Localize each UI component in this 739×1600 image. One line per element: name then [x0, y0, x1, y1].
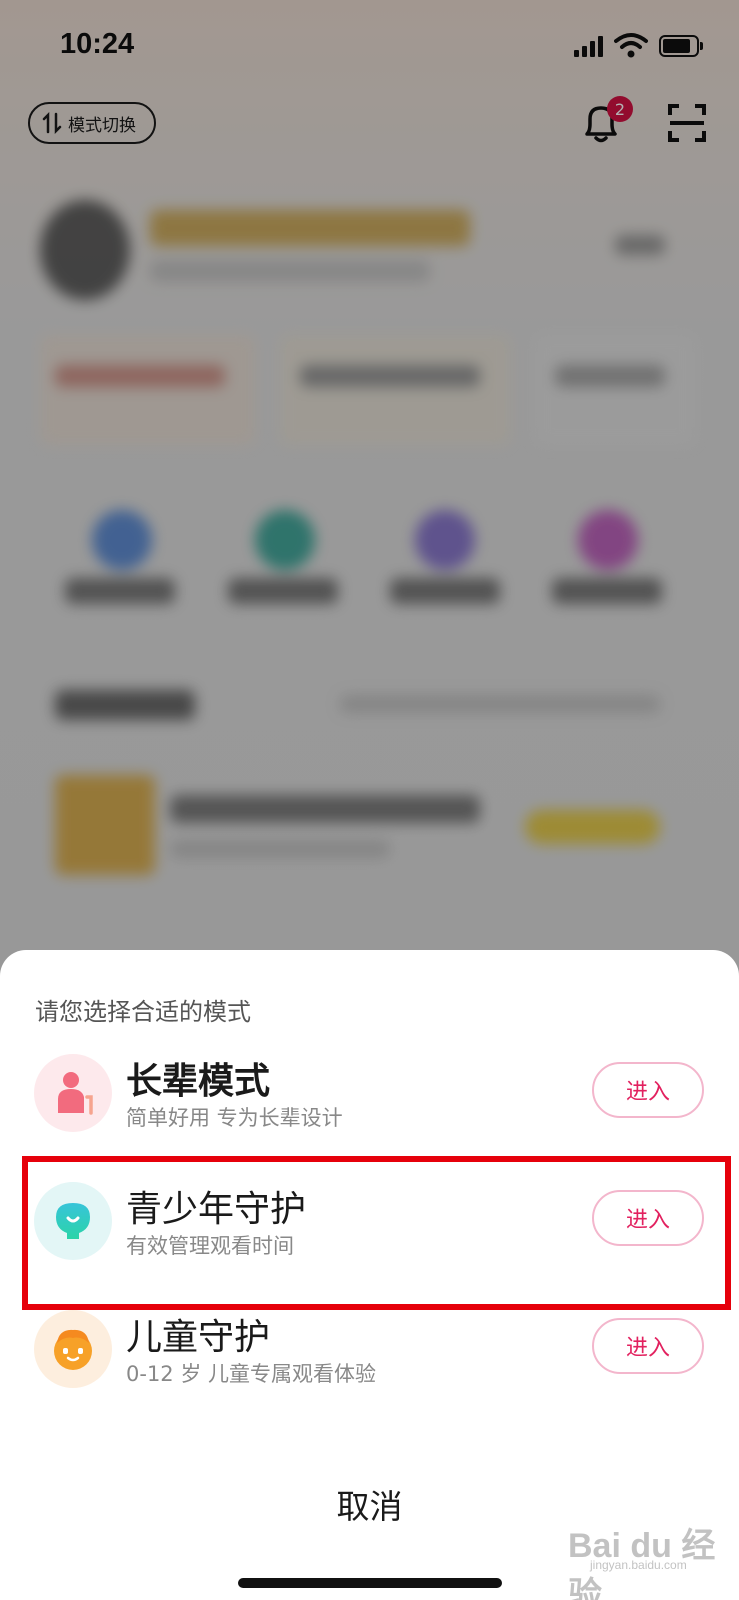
mode-name: 儿童守护	[126, 1317, 271, 1358]
mode-row-elder: 长辈模式 简单好用 专为长辈设计 进入	[0, 1042, 739, 1142]
sheet-title: 请您选择合适的模式	[35, 998, 251, 1026]
mode-row-child: 儿童守护 0-12 岁 儿童专属观看体验 进入	[0, 1298, 739, 1398]
home-indicator[interactable]	[238, 1578, 502, 1588]
watermark-sub: jingyan.baidu.com	[590, 1558, 687, 1572]
mode-desc: 简单好用 专为长辈设计	[126, 1106, 343, 1130]
baidu-watermark: Bai du 经验 jingyan.baidu.com	[560, 1512, 720, 1600]
elder-icon	[34, 1054, 112, 1132]
enter-child-mode-button[interactable]: 进入	[592, 1318, 704, 1374]
highlight-annotation-box	[22, 1156, 731, 1310]
enter-elder-mode-button[interactable]: 进入	[592, 1062, 704, 1118]
mode-desc: 0-12 岁 儿童专属观看体验	[126, 1362, 377, 1386]
mode-name: 长辈模式	[126, 1061, 271, 1102]
child-icon	[34, 1310, 112, 1388]
